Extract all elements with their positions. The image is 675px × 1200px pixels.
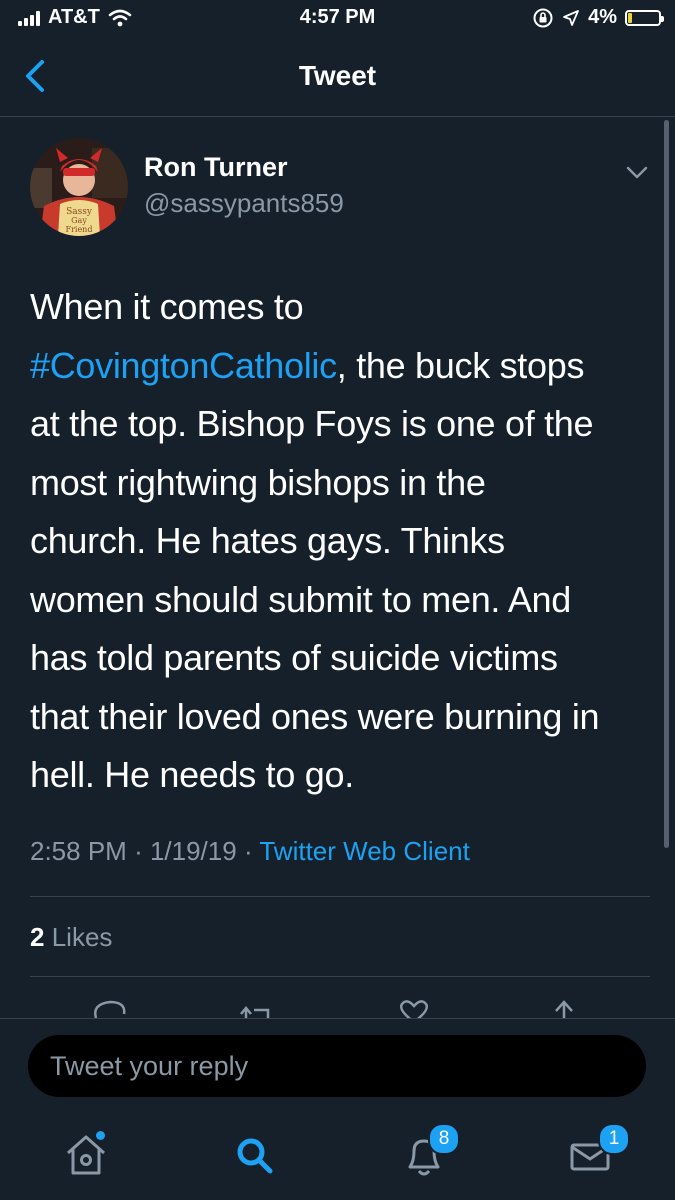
tweet-text-line: women should submit to men. And xyxy=(30,571,645,630)
likes-label: Likes xyxy=(51,922,113,952)
tweet-text-segment: at the top. Bishop Foys is one of the xyxy=(30,403,594,444)
page-title: Tweet xyxy=(298,60,377,91)
tweet-text-segment: has told parents of suicide victims xyxy=(30,637,558,678)
tweet-meta: 2:58 PM · 1/19/19 · Twitter Web Client xyxy=(30,836,470,867)
tweet-client-link[interactable]: Twitter Web Client xyxy=(259,836,469,866)
author-name[interactable]: Ron Turner xyxy=(144,152,288,183)
notifications-badge: 8 xyxy=(428,1123,460,1155)
meta-separator: · xyxy=(134,836,150,866)
tweet-text-segment: , the buck stops xyxy=(336,344,585,386)
svg-text:Gay: Gay xyxy=(71,216,87,225)
battery-percent: 4% xyxy=(588,6,617,28)
home-new-dot xyxy=(96,1131,105,1140)
tweet-time: 2:58 PM xyxy=(30,836,127,866)
scrollbar[interactable] xyxy=(664,120,669,848)
tweet-text-line: most rightwing bishops in the xyxy=(30,454,645,513)
divider xyxy=(30,896,650,897)
reply-input[interactable]: Tweet your reply xyxy=(28,1035,646,1097)
messages-badge: 1 xyxy=(598,1123,630,1155)
battery-icon xyxy=(625,9,664,26)
hashtag-link[interactable]: #CovingtonCatholic xyxy=(30,345,337,386)
tweet-text-segment: that their loved ones were burning in xyxy=(30,695,600,737)
tab-notifications[interactable]: 8 xyxy=(396,1123,460,1183)
tab-search[interactable] xyxy=(226,1127,282,1183)
avatar[interactable]: Sassy Gay Friend xyxy=(30,138,128,236)
tweet-text-segment: When it comes to xyxy=(30,286,304,327)
likes-count[interactable]: 2 Likes xyxy=(30,922,112,953)
tweet-text-line: church. He hates gays. Thinks xyxy=(30,512,645,571)
tab-messages[interactable]: 1 xyxy=(562,1123,630,1183)
tab-home[interactable] xyxy=(58,1127,114,1183)
likes-number: 2 xyxy=(30,922,45,952)
tweet-text-line: that their loved ones were burning in xyxy=(30,688,645,747)
avatar-image: Sassy Gay Friend xyxy=(30,138,128,236)
chevron-down-icon[interactable] xyxy=(625,162,649,182)
tweet-text-line: hell. He needs to go. xyxy=(30,746,645,805)
tweet-text-line: has told parents of suicide victims xyxy=(30,629,645,688)
tweet-text-line: at the top. Bishop Foys is one of the xyxy=(30,395,645,454)
location-arrow-icon xyxy=(563,9,579,26)
tweet-text-segment: most rightwing bishops in the xyxy=(30,461,486,503)
tweet-text: When it comes to #CovingtonCatholic, the … xyxy=(30,278,645,805)
tweet-text-segment: hell. He needs to go. xyxy=(30,754,354,795)
search-icon xyxy=(237,1138,273,1174)
tweet-text-line: #CovingtonCatholic, the buck stops xyxy=(30,337,645,396)
meta-separator: · xyxy=(243,836,260,866)
divider xyxy=(30,976,650,977)
home-icon xyxy=(67,1135,105,1175)
nav-bar: Tweet xyxy=(0,38,675,117)
tweet-text-segment: church. He hates gays. Thinks xyxy=(30,520,505,561)
tweet-detail-screen: AT&T 4:57 PM 4% Tweet Sassy Gay Friend R… xyxy=(0,0,675,1200)
tweet-date: 1/19/19 xyxy=(149,836,237,866)
bottom-bar: Tweet your reply 8 1 xyxy=(0,1018,675,1200)
tweet-text-line: When it comes to xyxy=(30,278,645,337)
author-handle[interactable]: @sassypants859 xyxy=(144,188,344,219)
svg-text:Friend: Friend xyxy=(66,225,93,234)
tweet-text-segment: women should submit to men. And xyxy=(30,578,572,620)
status-bar: AT&T 4:57 PM 4% xyxy=(0,0,675,38)
rotation-lock-icon xyxy=(533,8,553,27)
